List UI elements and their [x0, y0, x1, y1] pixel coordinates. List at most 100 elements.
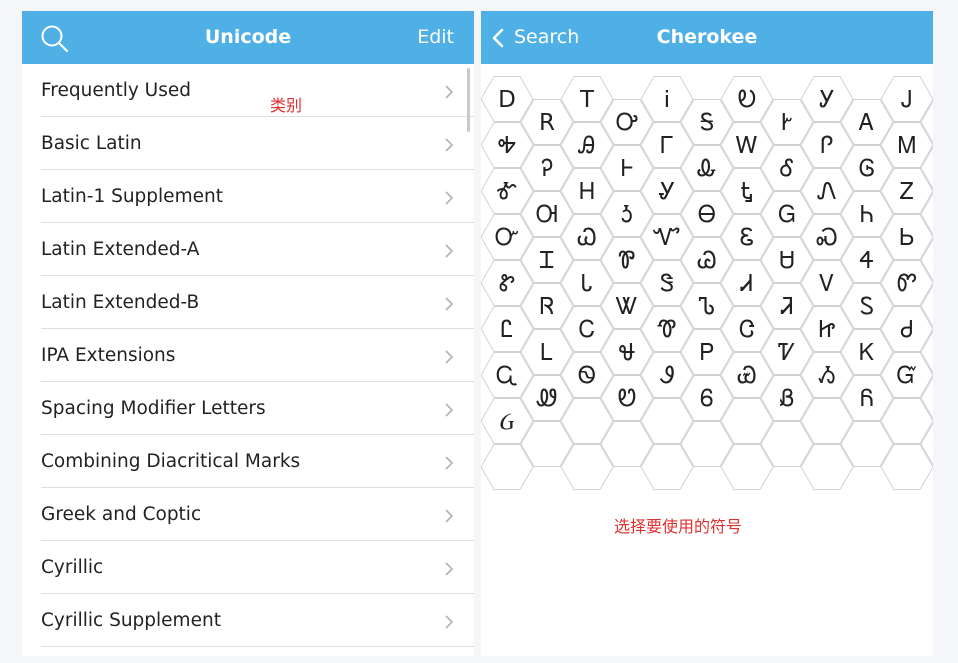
- category-label: Cyrillic Supplement: [41, 610, 221, 631]
- categories-nav-bar: Unicode Edit: [22, 11, 474, 64]
- chevron-right-icon: [445, 138, 453, 152]
- symbol-glyph: Ꮑ: [817, 179, 836, 205]
- chevron-right-icon: [445, 509, 453, 523]
- category-row[interactable]: Frequently Used: [22, 64, 474, 117]
- symbol-glyph: Ꮱ: [657, 317, 676, 343]
- symbol-glyph: Ꭺ: [858, 110, 874, 136]
- symbol-glyph: Ꮀ: [621, 156, 633, 182]
- symbol-glyph: Ꮘ: [618, 248, 635, 274]
- category-label: IPA Extensions: [41, 345, 176, 366]
- category-row[interactable]: Latin-1 Supplement: [22, 170, 474, 223]
- symbol-glyph: Ꮦ: [699, 294, 715, 320]
- symbol-glyph: Ꮌ: [621, 202, 633, 228]
- symbol-glyph: Ꮓ: [900, 179, 915, 205]
- symbol-glyph: Ꮽ: [659, 363, 674, 389]
- symbol-glyph: Ꭴ: [616, 110, 638, 136]
- symbol-glyph: Ꮟ: [899, 225, 914, 251]
- category-label: Basic Latin: [41, 133, 142, 154]
- symbol-glyph: Ꮖ: [539, 248, 554, 274]
- symbol-glyph: Ꮜ: [779, 248, 794, 274]
- annotation-categories: 类别: [270, 96, 303, 115]
- symbol-glyph: Ꮼ: [618, 386, 637, 412]
- chevron-right-icon: [445, 297, 453, 311]
- category-label: Latin Extended-A: [41, 239, 200, 260]
- symbol-glyph: Ꮺ: [536, 386, 558, 412]
- symbol-glyph: Ꭻ: [901, 87, 912, 113]
- symbol-glyph: Ꮄ: [780, 156, 794, 182]
- symbol-glyph: R: [539, 110, 555, 136]
- annotation-choose-symbol: 选择要使用的符号: [614, 517, 743, 536]
- symbol-glyph: Ꮍ: [659, 179, 676, 205]
- category-row[interactable]: Cyrillic: [22, 541, 474, 594]
- symbol-glyph: Ꮿ: [737, 363, 756, 389]
- chevron-right-icon: [445, 244, 453, 258]
- category-row[interactable]: Spacing Modifier Letters: [22, 382, 474, 435]
- category-row[interactable]: IPA Extensions: [22, 329, 474, 382]
- symbol-glyph: Ꮷ: [901, 317, 914, 343]
- symbol-glyph: Ꮢ: [540, 294, 555, 320]
- symbol-glyph: D: [498, 87, 516, 113]
- chevron-right-icon: [445, 350, 453, 364]
- symbol-glyph: Ꮭ: [501, 317, 514, 343]
- symbol-glyph: Ꮇ: [898, 133, 916, 159]
- symbol-glyph: Ꮛ: [740, 225, 755, 251]
- symbol-glyph: Ᏹ: [818, 363, 836, 389]
- symbol-glyph: Ꮹ: [496, 363, 518, 389]
- symbol-glyph: Ꮝ: [816, 225, 837, 251]
- symbol-grid: DRTᎤᎥᎦᎧᎨᎩᎪᎫᎬᎭᎮᎯᎰᎱᎲᎳᎴᎵᎶᎷᎸᎹᎺᎻᎼᎽᎾᎿᏀᏁᏂᏃᏄᏅᏆᏇᏈ…: [481, 76, 933, 490]
- symbol-glyph: Ꮧ: [740, 271, 753, 297]
- symbol-glyph: Ꭸ: [782, 110, 793, 136]
- category-label: Latin-1 Supplement: [41, 186, 223, 207]
- symbol-glyph: Ꭽ: [498, 133, 516, 159]
- symbol-glyph: Ꮰ: [619, 340, 636, 366]
- symbol-glyph: Ꮊ: [536, 202, 558, 228]
- category-label: Combining Diacritical Marks: [41, 451, 301, 472]
- chevron-right-icon: [445, 456, 453, 470]
- category-label: Spacing Modifier Letters: [41, 398, 266, 419]
- symbol-glyph: Ꮋ: [579, 179, 595, 205]
- category-row[interactable]: Greek and Coptic: [22, 488, 474, 541]
- category-row[interactable]: Latin Extended-A: [22, 223, 474, 276]
- symbols-panel: Search Cherokee DRTᎤᎥᎦᎧᎨᎩᎪᎫᎬᎭᎮᎯᎰᎱᎲᎳᎴᎵᎶᎷᎸ…: [481, 11, 933, 656]
- symbol-glyph: Ᏻ: [897, 363, 918, 389]
- category-row[interactable]: Basic Latin: [22, 117, 474, 170]
- symbol-glyph: Ꮗ: [577, 225, 596, 251]
- chevron-right-icon: [445, 191, 453, 205]
- symbol-glyph: Ꮃ: [736, 133, 758, 159]
- symbol-glyph: Ꮨ: [781, 294, 794, 320]
- category-list: Frequently Used Basic Latin Latin-1 Supple…: [22, 64, 474, 647]
- symbol-glyph: Ꭿ: [578, 133, 596, 159]
- symbol-glyph: Ꮻ: [578, 363, 596, 389]
- symbol-glyph: Ꮮ: [540, 340, 553, 366]
- category-label: Latin Extended-B: [41, 292, 200, 313]
- symbol-glyph: Ꮐ: [778, 202, 795, 228]
- symbol-glyph: Ꮤ: [615, 294, 638, 320]
- symbol-glyph: Ꮒ: [860, 202, 874, 228]
- symbol-glyph: Ꮅ: [821, 133, 834, 159]
- category-label: Frequently Used: [41, 80, 191, 101]
- symbol-glyph: Ᏸ: [779, 386, 794, 412]
- chevron-right-icon: [445, 85, 453, 99]
- symbol-glyph: Ꮥ: [660, 271, 674, 297]
- symbol-glyph: Ꮯ: [579, 317, 595, 343]
- category-row[interactable]: Combining Diacritical Marks: [22, 435, 474, 488]
- categories-panel: Unicode Edit Frequently Used Basic Latin L…: [22, 11, 474, 656]
- symbol-glyph: Ꮴ: [778, 340, 796, 366]
- symbol-glyph: Ꮎ: [698, 202, 716, 228]
- edit-button[interactable]: Edit: [417, 11, 454, 64]
- symbol-glyph: Ꮙ: [652, 225, 680, 251]
- symbol-glyph: Ꮕ: [495, 225, 519, 251]
- category-label: Greek and Coptic: [41, 504, 202, 525]
- symbol-glyph: Ꭵ: [665, 87, 670, 113]
- symbol-glyph: Ꮞ: [860, 248, 874, 274]
- symbol-glyph: Ꮳ: [739, 317, 755, 343]
- symbol-glyph: Ꮾ: [700, 386, 714, 412]
- symbol-glyph: Ᏽ: [500, 409, 515, 435]
- category-row[interactable]: Latin Extended-B: [22, 276, 474, 329]
- symbol-glyph: Ꮫ: [897, 271, 917, 297]
- nav-title: Unicode: [204, 26, 292, 48]
- symbol-glyph: Ꮶ: [859, 340, 875, 366]
- symbol-glyph: Ꮩ: [818, 271, 834, 297]
- scroll-indicator[interactable]: [467, 68, 470, 132]
- category-row[interactable]: Cyrillic Supplement: [22, 594, 474, 647]
